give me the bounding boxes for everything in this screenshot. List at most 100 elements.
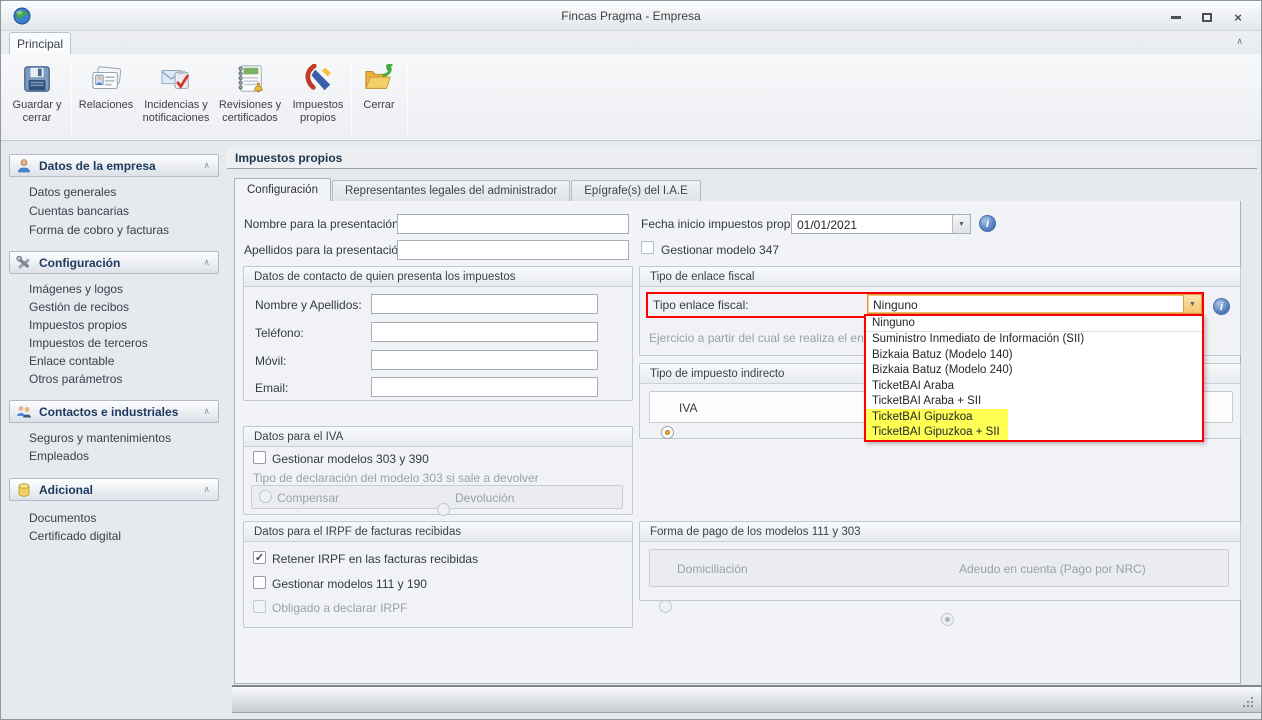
mail-check-icon bbox=[159, 62, 193, 96]
sidebar-item-gestion-recibos[interactable]: Gestión de recibos bbox=[29, 300, 219, 317]
compensar-label: Compensar bbox=[277, 491, 340, 505]
adeudo-radio[interactable] bbox=[941, 613, 954, 626]
restore-button[interactable] bbox=[1195, 10, 1219, 25]
sidebar-section-contactos[interactable]: Contactos e industriales ∧ bbox=[9, 400, 219, 423]
sidebar-item-enlace-contable[interactable]: Enlace contable bbox=[29, 354, 219, 371]
impuestos-propios-button[interactable]: Impuestos propios bbox=[287, 57, 349, 137]
dropdown-option[interactable]: Bizkaia Batuz (Modelo 240) bbox=[866, 363, 1202, 379]
adeudo-label: Adeudo en cuenta (Pago por NRC) bbox=[959, 562, 1146, 576]
fecha-dropdown-button[interactable]: ▼ bbox=[952, 215, 970, 233]
nombre-presentacion-input[interactable] bbox=[397, 214, 629, 234]
save-and-close-button[interactable]: Guardar y cerrar bbox=[7, 57, 67, 137]
sidebar-item-certificado-digital[interactable]: Certificado digital bbox=[29, 529, 219, 546]
radio-dot bbox=[945, 617, 950, 622]
chevron-up-icon[interactable]: ∧ bbox=[203, 406, 210, 417]
sidebar-section-configuracion[interactable]: Configuración ∧ bbox=[9, 251, 219, 274]
tipo-enlace-value: Ninguno bbox=[873, 298, 918, 312]
fecha-info-icon[interactable]: i bbox=[979, 215, 996, 232]
page-title: Impuestos propios bbox=[235, 151, 343, 165]
sidebar-item-datos-generales[interactable]: Datos generales bbox=[29, 185, 219, 202]
ribbon-separator bbox=[407, 59, 408, 135]
relaciones-button[interactable]: Relaciones bbox=[75, 57, 137, 137]
sidebar-item-imagenes-logos[interactable]: Imágenes y logos bbox=[29, 282, 219, 299]
apellidos-presentacion-input[interactable] bbox=[397, 240, 629, 260]
sidebar-section-adicional[interactable]: Adicional ∧ bbox=[9, 478, 219, 501]
iva-radio[interactable] bbox=[661, 426, 674, 439]
enlace-group-header: Tipo de enlace fiscal bbox=[640, 267, 1240, 287]
sidebar-section-datos-empresa[interactable]: Datos de la empresa ∧ bbox=[9, 154, 219, 177]
retener-irpf-label: Retener IRPF en las facturas recibidas bbox=[272, 552, 479, 566]
modelos-303-390-checkbox[interactable] bbox=[253, 451, 266, 464]
sidebar-item-empleados[interactable]: Empleados bbox=[29, 449, 219, 466]
dropdown-option-highlighted[interactable]: TicketBAI Gipuzkoa + SII bbox=[866, 424, 1202, 440]
bottom-scrollbar[interactable] bbox=[232, 685, 1261, 713]
enlace-info-icon[interactable]: i bbox=[1213, 298, 1230, 315]
ribbon-tab-row: Principal ∧ bbox=[1, 31, 1261, 54]
minimize-button[interactable] bbox=[1164, 10, 1188, 25]
movil-input[interactable] bbox=[371, 350, 598, 370]
group-title: Tipo de enlace fiscal bbox=[650, 270, 755, 283]
compensar-radio[interactable] bbox=[259, 490, 272, 503]
modelo347-checkbox[interactable] bbox=[641, 241, 654, 254]
obligado-irpf-label: Obligado a declarar IRPF bbox=[272, 601, 408, 615]
iva-group-header: Datos para el IVA bbox=[244, 427, 632, 447]
domiciliacion-label: Domiciliación bbox=[677, 562, 748, 576]
resize-grip[interactable] bbox=[1243, 695, 1255, 707]
ribbon-collapse-icon[interactable]: ∧ bbox=[1236, 36, 1243, 47]
sidebar-item-otros-parametros[interactable]: Otros parámetros bbox=[29, 372, 219, 389]
check-icon: ✓ bbox=[254, 552, 265, 564]
database-icon bbox=[16, 482, 32, 498]
dropdown-option[interactable]: Suministro Inmediato de Información (SII… bbox=[866, 332, 1202, 348]
fecha-inicio-combo[interactable]: 01/01/2021 ▼ bbox=[791, 214, 971, 234]
dropdown-option-highlighted[interactable]: TicketBAI Gipuzkoa bbox=[866, 409, 1202, 425]
tab-epigrafes[interactable]: Epígrafe(s) del I.A.E bbox=[571, 180, 701, 201]
chevron-up-icon[interactable]: ∧ bbox=[203, 257, 210, 268]
sidebar-item-seguros[interactable]: Seguros y mantenimientos bbox=[29, 431, 219, 448]
close-button[interactable]: × bbox=[1226, 10, 1250, 25]
contacts-icon bbox=[89, 62, 123, 96]
fecha-inicio-value: 01/01/2021 bbox=[797, 218, 858, 232]
modelos-111-190-checkbox[interactable] bbox=[253, 576, 266, 589]
modelos-111-190-label: Gestionar modelos 111 y 190 bbox=[272, 577, 427, 591]
obligado-irpf-checkbox[interactable] bbox=[253, 600, 266, 613]
chevron-up-icon[interactable]: ∧ bbox=[203, 160, 210, 171]
ejercicio-enlace-label: Ejercicio a partir del cual se realiza e… bbox=[649, 331, 890, 345]
movil-label: Móvil: bbox=[255, 354, 287, 368]
sidebar-item-forma-cobro[interactable]: Forma de cobro y facturas bbox=[29, 223, 219, 240]
tab-representantes[interactable]: Representantes legales del administrador bbox=[331, 180, 571, 201]
domiciliacion-radio[interactable] bbox=[659, 600, 672, 613]
ribbon-separator bbox=[351, 59, 352, 135]
incidencias-button[interactable]: Incidencias y notificaciones bbox=[139, 57, 213, 137]
tab-configuracion[interactable]: Configuración bbox=[234, 178, 331, 201]
telefono-label: Teléfono: bbox=[255, 326, 304, 340]
devolucion-radio[interactable] bbox=[437, 503, 450, 516]
sidebar-item-impuestos-propios[interactable]: Impuestos propios bbox=[29, 318, 219, 335]
ribbon-toolbar: Guardar y cerrar Relaciones Incidencias … bbox=[1, 54, 1261, 141]
dropdown-option[interactable]: TicketBAI Araba + SII bbox=[866, 394, 1202, 410]
nombre-presentacion-label: Nombre para la presentación: bbox=[244, 217, 403, 231]
email-input[interactable] bbox=[371, 377, 598, 397]
ribbon-button-label: Impuestos propios bbox=[292, 99, 344, 124]
tax-agency-icon bbox=[301, 62, 335, 96]
revisiones-button[interactable]: Revisiones y certificados bbox=[215, 57, 285, 137]
sidebar-item-cuentas-bancarias[interactable]: Cuentas bancarias bbox=[29, 204, 219, 221]
dropdown-option[interactable]: Bizkaia Batuz (Modelo 140) bbox=[866, 347, 1202, 363]
irpf-group-header: Datos para el IRPF de facturas recibidas bbox=[244, 522, 632, 542]
chevron-up-icon[interactable]: ∧ bbox=[203, 484, 210, 495]
ribbon-tab-principal[interactable]: Principal bbox=[9, 32, 71, 54]
window-title: Fincas Pragma - Empresa bbox=[561, 9, 701, 23]
person-icon bbox=[16, 158, 32, 174]
dropdown-option[interactable]: Ninguno bbox=[866, 316, 1202, 332]
retener-irpf-checkbox[interactable]: ✓ bbox=[253, 551, 266, 564]
nombre-apellidos-input[interactable] bbox=[371, 294, 598, 314]
sidebar-item-documentos[interactable]: Documentos bbox=[29, 511, 219, 528]
sidebar-item-impuestos-terceros[interactable]: Impuestos de terceros bbox=[29, 336, 219, 353]
tipo-enlace-combo[interactable]: Ninguno ▼ bbox=[867, 294, 1202, 314]
dropdown-option[interactable]: TicketBAI Araba bbox=[866, 378, 1202, 394]
chevron-down-icon: ▼ bbox=[958, 220, 965, 228]
cerrar-button[interactable]: Cerrar bbox=[355, 57, 403, 137]
enlace-dropdown-button[interactable]: ▼ bbox=[1183, 295, 1201, 313]
telefono-input[interactable] bbox=[371, 322, 598, 342]
chevron-down-icon: ▼ bbox=[1189, 300, 1196, 308]
ribbon-button-label: Revisiones y certificados bbox=[218, 99, 282, 124]
